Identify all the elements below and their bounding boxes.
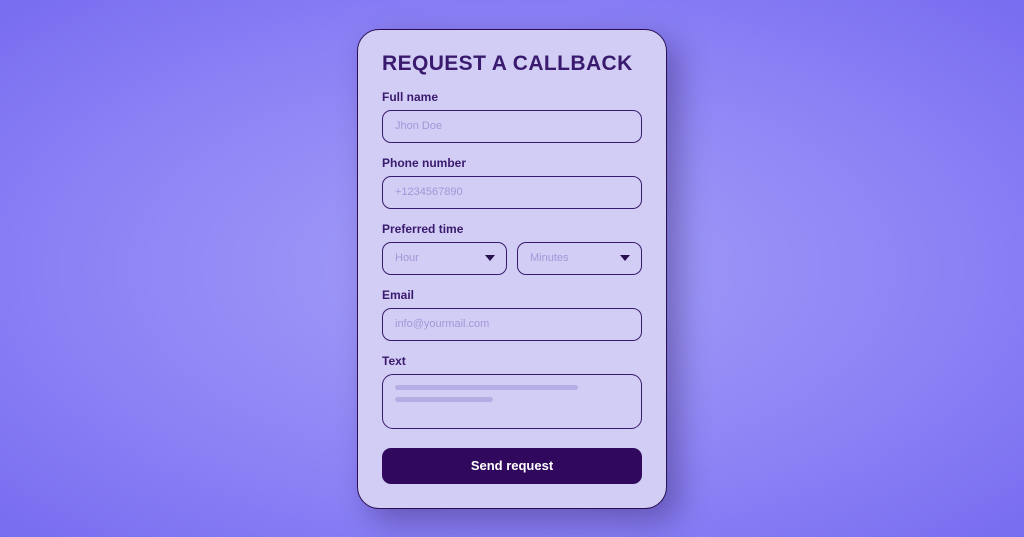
fullname-label: Full name bbox=[382, 90, 642, 104]
email-group: Email bbox=[382, 288, 642, 341]
minutes-select-wrap[interactable]: Minutes bbox=[517, 242, 642, 275]
phone-label: Phone number bbox=[382, 156, 642, 170]
phone-input[interactable] bbox=[382, 176, 642, 209]
fullname-input[interactable] bbox=[382, 110, 642, 143]
email-input[interactable] bbox=[382, 308, 642, 341]
preferred-time-group: Preferred time Hour Minutes bbox=[382, 222, 642, 275]
time-selects-row: Hour Minutes bbox=[382, 242, 642, 275]
phone-group: Phone number bbox=[382, 156, 642, 209]
form-title: REQUEST A CALLBACK bbox=[382, 52, 642, 76]
text-input[interactable] bbox=[382, 374, 642, 429]
callback-form-card: REQUEST A CALLBACK Full name Phone numbe… bbox=[357, 29, 667, 509]
preferred-time-label: Preferred time bbox=[382, 222, 642, 236]
chevron-down-icon bbox=[485, 255, 495, 261]
fullname-group: Full name bbox=[382, 90, 642, 143]
chevron-down-icon bbox=[620, 255, 630, 261]
placeholder-line bbox=[395, 397, 493, 402]
send-request-button[interactable]: Send request bbox=[382, 448, 642, 484]
placeholder-line bbox=[395, 385, 578, 390]
text-label: Text bbox=[382, 354, 642, 368]
text-group: Text bbox=[382, 354, 642, 429]
email-label: Email bbox=[382, 288, 642, 302]
hour-select-wrap[interactable]: Hour bbox=[382, 242, 507, 275]
